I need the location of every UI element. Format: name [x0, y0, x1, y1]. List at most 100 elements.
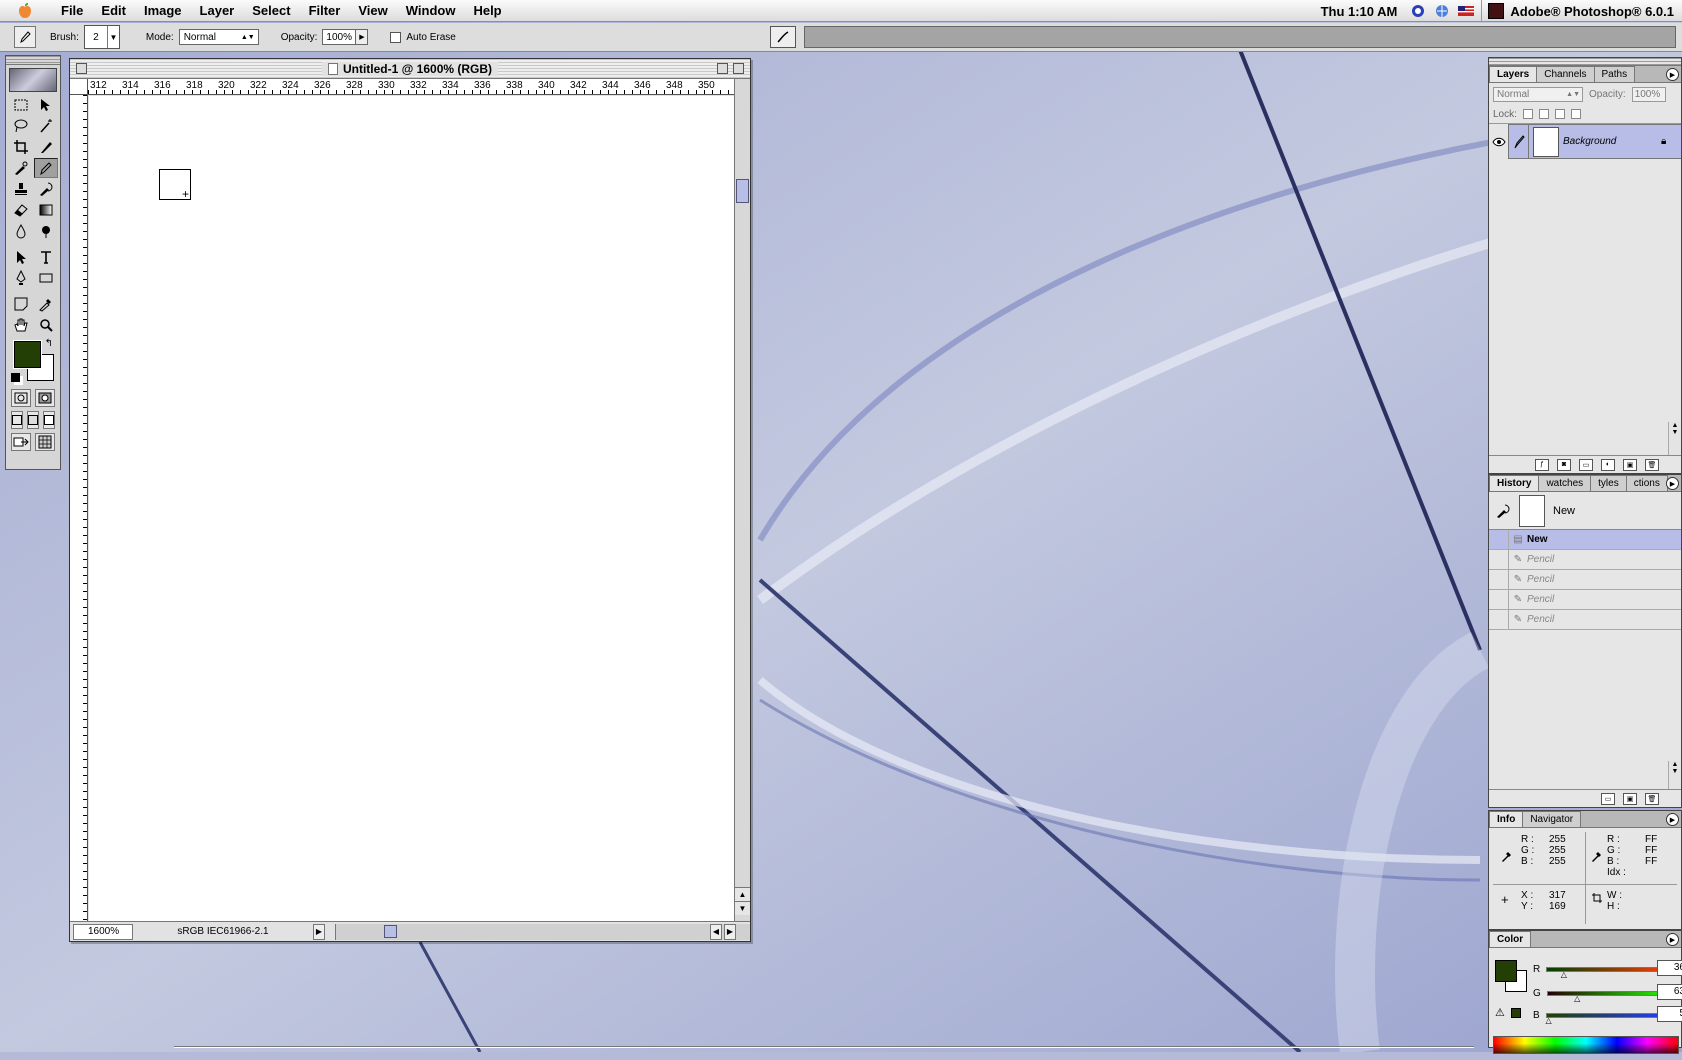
- gamut-color-swatch[interactable]: [1511, 1008, 1521, 1018]
- green-slider[interactable]: [1546, 990, 1673, 996]
- foreground-color-swatch[interactable]: [13, 340, 42, 369]
- tab-navigator[interactable]: Navigator: [1522, 811, 1582, 827]
- pen-tool[interactable]: [9, 268, 33, 288]
- adobe-online-button[interactable]: [9, 68, 57, 92]
- tab-actions[interactable]: ctions: [1625, 475, 1668, 491]
- vertical-ruler[interactable]: [70, 95, 88, 921]
- vertical-scrollbar[interactable]: ▲ ▼: [734, 79, 750, 921]
- blue-value-field[interactable]: 5: [1657, 1006, 1682, 1022]
- add-mask-button[interactable]: ◙: [1557, 458, 1571, 471]
- tab-channels[interactable]: Channels: [1536, 66, 1595, 82]
- opacity-slider-button[interactable]: ▶: [356, 29, 369, 45]
- marquee-tool[interactable]: [9, 95, 33, 115]
- scroll-down-arrow[interactable]: ▼: [1669, 429, 1681, 436]
- layer-row[interactable]: Background 🔒︎: [1489, 124, 1681, 159]
- trash-icon[interactable]: 🗑︎: [1645, 458, 1659, 471]
- default-colors-icon[interactable]: [11, 373, 20, 382]
- horizontal-scroll-thumb[interactable]: [384, 924, 397, 938]
- airbrush-tool[interactable]: [9, 158, 33, 178]
- menu-window[interactable]: Window: [397, 0, 465, 22]
- zoom-box[interactable]: [717, 63, 728, 74]
- color-palette-menu-button[interactable]: ▶: [1666, 933, 1679, 946]
- us-flag-icon[interactable]: [1457, 3, 1475, 19]
- gamut-warning-icon[interactable]: ⚠: [1495, 1006, 1505, 1019]
- history-source-box[interactable]: [1489, 589, 1509, 610]
- scroll-up-arrow[interactable]: ▲: [735, 887, 750, 901]
- red-slider-thumb[interactable]: △: [1561, 970, 1567, 979]
- opacity-field[interactable]: 100%: [322, 29, 357, 45]
- layer-visibility-toggle[interactable]: [1489, 124, 1509, 159]
- scroll-down-arrow[interactable]: ▼: [735, 901, 750, 915]
- jump-to-grid-button[interactable]: [35, 433, 55, 451]
- history-source-box[interactable]: [1489, 549, 1509, 570]
- apple-menu-icon[interactable]: [14, 0, 36, 22]
- scroll-right-arrow[interactable]: ▶: [724, 923, 736, 940]
- tab-history[interactable]: History: [1489, 475, 1540, 491]
- standard-screen-button[interactable]: [11, 411, 23, 429]
- new-adjustment-layer-button[interactable]: ◐: [1601, 458, 1615, 471]
- ruler-origin[interactable]: [70, 79, 88, 95]
- trash-icon[interactable]: 🗑︎: [1645, 792, 1659, 805]
- history-state[interactable]: ▤ New: [1489, 529, 1681, 550]
- lock-all-checkbox[interactable]: [1570, 109, 1581, 119]
- application-menu[interactable]: Adobe® Photoshop® 6.0.1: [1481, 0, 1682, 22]
- scroll-left-arrow[interactable]: ◀: [710, 923, 722, 940]
- canvas[interactable]: +: [89, 96, 734, 921]
- tab-swatches[interactable]: watches: [1538, 475, 1592, 491]
- horizontal-ruler[interactable]: 312 314 316 318 320 322 324 326 328 330 332 334 336 3…: [88, 79, 734, 95]
- menu-view[interactable]: View: [349, 0, 396, 22]
- history-state[interactable]: ✎ Pencil: [1489, 589, 1681, 610]
- status-menu-arrow[interactable]: ▶: [313, 923, 325, 940]
- tab-styles[interactable]: tyles: [1590, 475, 1627, 491]
- collapse-box[interactable]: [733, 63, 744, 74]
- layer-opacity-field[interactable]: 100%: [1631, 86, 1666, 102]
- menu-file[interactable]: File: [52, 0, 92, 22]
- full-screen-menu-button[interactable]: [27, 411, 39, 429]
- brushes-palette-button[interactable]: [770, 26, 796, 48]
- scroll-up-arrow[interactable]: ▲: [1669, 422, 1681, 429]
- notes-tool[interactable]: [9, 294, 33, 314]
- horizontal-scrollbar[interactable]: ◀ ▶: [335, 923, 750, 940]
- menu-edit[interactable]: Edit: [92, 0, 135, 22]
- lasso-tool[interactable]: [9, 116, 33, 136]
- new-document-from-state-button[interactable]: ▭: [1601, 792, 1615, 805]
- quicktime-icon[interactable]: [1409, 3, 1427, 19]
- foreground-color-swatch[interactable]: [1495, 960, 1517, 982]
- eraser-tool[interactable]: [9, 200, 33, 220]
- new-layer-button[interactable]: ▣: [1623, 458, 1637, 471]
- layer-blend-mode-select[interactable]: Normal ▲▼: [1493, 86, 1583, 102]
- blue-slider[interactable]: [1545, 1012, 1672, 1018]
- history-source-box[interactable]: [1489, 609, 1509, 630]
- auto-erase-checkbox[interactable]: [390, 31, 402, 43]
- toolbox-titlebar[interactable]: [6, 56, 60, 65]
- history-state[interactable]: ✎ Pencil: [1489, 549, 1681, 570]
- history-state[interactable]: ✎ Pencil: [1489, 609, 1681, 630]
- brush-picker[interactable]: 2 ▼: [83, 25, 120, 49]
- lock-transparency-checkbox[interactable]: [1522, 109, 1533, 119]
- history-brush-tool[interactable]: [34, 179, 58, 199]
- eyedropper-tool[interactable]: [34, 294, 58, 314]
- history-scrollbar[interactable]: ▲ ▼: [1668, 761, 1681, 789]
- mode-select[interactable]: Normal ▲▼: [178, 29, 259, 45]
- dodge-tool[interactable]: [34, 221, 58, 241]
- color-ramp[interactable]: [1493, 1036, 1679, 1054]
- history-source-box[interactable]: [1489, 529, 1509, 550]
- hand-tool[interactable]: [9, 315, 33, 335]
- path-selection-tool[interactable]: [9, 247, 33, 267]
- blue-slider-thumb[interactable]: △: [1546, 1016, 1552, 1025]
- clone-stamp-tool[interactable]: [9, 179, 33, 199]
- pencil-tool[interactable]: [34, 158, 58, 178]
- history-snapshot[interactable]: New: [1489, 492, 1681, 530]
- green-value-field[interactable]: 63: [1657, 984, 1682, 1000]
- green-slider-thumb[interactable]: △: [1574, 994, 1580, 1003]
- palette-well[interactable]: [804, 26, 1676, 48]
- red-value-field[interactable]: 36: [1657, 960, 1682, 976]
- tab-paths[interactable]: Paths: [1593, 66, 1636, 82]
- tab-color[interactable]: Color: [1489, 931, 1532, 947]
- tab-layers[interactable]: Layers: [1489, 66, 1538, 82]
- tool-preset-picker[interactable]: [14, 26, 36, 48]
- rectangle-tool[interactable]: [34, 268, 58, 288]
- scroll-down-arrow[interactable]: ▼: [1669, 768, 1681, 775]
- info-palette-menu-button[interactable]: ▶: [1666, 813, 1679, 826]
- menu-clock[interactable]: Thu 1:10 AM: [1321, 4, 1398, 19]
